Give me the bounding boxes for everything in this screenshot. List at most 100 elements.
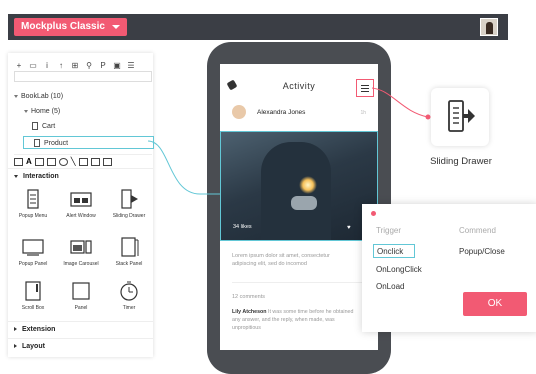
- info-icon[interactable]: i: [42, 61, 52, 70]
- activity-title: Activity: [282, 81, 316, 91]
- chevron-down-icon: [111, 25, 120, 29]
- phone-screen: Activity Alexandra Jones 1h 34 likes ♥ L…: [220, 64, 378, 350]
- interaction-popup: Trigger Commend Onclick OnLongClick OnLo…: [362, 204, 536, 332]
- tree-label: Home (5): [31, 108, 61, 115]
- trigger-onload[interactable]: OnLoad: [376, 282, 404, 291]
- p-icon[interactable]: P: [98, 61, 108, 70]
- menu-icon: [361, 85, 369, 86]
- tree-item-product[interactable]: Product: [23, 136, 154, 149]
- avatar[interactable]: [232, 105, 246, 119]
- component-popup-menu[interactable]: Popup Menu: [11, 189, 55, 219]
- tree-label: Product: [44, 139, 69, 147]
- search-input[interactable]: [14, 71, 152, 82]
- plus-icon[interactable]: +: [14, 61, 24, 70]
- tree-item-root[interactable]: BookLab (10): [14, 93, 63, 100]
- section-label: Layout: [22, 343, 45, 350]
- component-label: Alert Window: [66, 213, 96, 219]
- up-icon[interactable]: ↑: [56, 61, 66, 70]
- rectangle-icon[interactable]: [46, 157, 56, 166]
- post-author-row: Alexandra Jones 1h: [220, 102, 378, 126]
- comment: Lily Atcheson It was some time before he…: [232, 308, 358, 332]
- app-menu-button[interactable]: Mockplus Classic: [14, 18, 127, 36]
- sliding-drawer-icon: [118, 189, 140, 209]
- trigger-header: Trigger: [376, 226, 402, 235]
- tree-label: Cart: [42, 122, 56, 130]
- component-alert-window[interactable]: Alert Window: [59, 189, 103, 219]
- image-carousel-icon: [70, 237, 92, 257]
- component-popup-panel[interactable]: Popup Panel: [11, 237, 55, 267]
- chevron-down-icon: [14, 174, 18, 178]
- text-icon[interactable]: A: [26, 157, 32, 166]
- heart-icon[interactable]: ♥: [347, 225, 351, 231]
- sliding-drawer-icon: [448, 100, 475, 132]
- section-extension[interactable]: Extension: [8, 326, 153, 333]
- top-bar: Mockplus Classic: [8, 14, 508, 40]
- list-icon[interactable]: ☰: [126, 61, 136, 70]
- tree-label: BookLab (10): [21, 93, 64, 100]
- chevron-down-icon: [24, 109, 28, 113]
- component-label: Scroll Box: [21, 305, 45, 311]
- command-value[interactable]: Popup/Close: [459, 247, 505, 256]
- connector-dot: [371, 211, 376, 216]
- component-label: Timer: [122, 305, 136, 311]
- user-avatar[interactable]: [480, 18, 498, 36]
- left-panel: + ▭ i ↑ ⊞ ⚲ P ▣ ☰ BookLab (10) Home (5) …: [8, 53, 154, 357]
- trigger-onlongclick[interactable]: OnLongClick: [376, 265, 422, 274]
- chevron-right-icon: [14, 327, 17, 332]
- page-icon: [32, 122, 38, 130]
- section-label: Interaction: [23, 173, 59, 180]
- comments-count[interactable]: 12 comments: [232, 294, 265, 300]
- component-panel[interactable]: Panel: [59, 281, 103, 311]
- comment-author: Lily Atcheson: [232, 309, 267, 315]
- component-timer[interactable]: Timer: [107, 281, 151, 311]
- section-layout[interactable]: Layout: [8, 343, 153, 350]
- post-image[interactable]: 34 likes ♥: [220, 131, 378, 241]
- sparkler: [299, 176, 317, 194]
- divider: [8, 168, 153, 169]
- component-scroll-box[interactable]: Scroll Box: [11, 281, 55, 311]
- divider: [8, 338, 153, 339]
- component-sliding-drawer[interactable]: Sliding Drawer: [107, 189, 151, 219]
- tree-item-cart[interactable]: Cart: [32, 122, 55, 130]
- copy-icon[interactable]: ▣: [112, 61, 122, 70]
- popup-menu-icon: [22, 189, 44, 209]
- component-label: Popup Menu: [18, 213, 48, 219]
- ok-button[interactable]: OK: [463, 292, 527, 316]
- table-icon[interactable]: [14, 157, 23, 166]
- search-icon[interactable]: ⚲: [84, 61, 94, 70]
- photo-hands: [291, 196, 317, 210]
- alert-window-icon: [70, 189, 92, 209]
- component-stack-panel[interactable]: Stack Panel: [107, 237, 151, 267]
- shape-toolbar: A ╲: [14, 154, 152, 166]
- command-header: Commend: [459, 226, 496, 235]
- trigger-onclick[interactable]: Onclick: [373, 244, 415, 258]
- circle-icon[interactable]: [58, 157, 68, 166]
- section-label: Extension: [22, 326, 56, 333]
- frame-icon[interactable]: [90, 157, 100, 166]
- folder-icon[interactable]: ▭: [28, 61, 38, 70]
- menu-button[interactable]: [356, 79, 374, 97]
- line-icon[interactable]: ╲: [71, 157, 76, 166]
- scroll-box-icon: [22, 281, 44, 301]
- app-title: Mockplus Classic: [21, 21, 105, 32]
- popup-panel-icon: [22, 237, 44, 257]
- component-image-carousel[interactable]: Image Carousel: [59, 237, 103, 267]
- connector-dot: [425, 114, 431, 120]
- divider: [232, 282, 366, 283]
- post-time: 1h: [360, 110, 366, 116]
- section-interaction[interactable]: Interaction: [8, 173, 153, 180]
- image-icon[interactable]: [34, 157, 44, 166]
- likes-count: 34 likes: [233, 224, 252, 230]
- author-name[interactable]: Alexandra Jones: [257, 109, 305, 116]
- post-body: Lorem ipsum dolor sit amet, consectetur …: [232, 253, 330, 267]
- sliding-drawer-label: Sliding Drawer: [430, 156, 492, 167]
- photo-subject: [261, 142, 331, 240]
- component-label: Stack Panel: [115, 261, 143, 267]
- panel-toolbar: + ▭ i ↑ ⊞ ⚲ P ▣ ☰: [14, 59, 148, 71]
- menu-icon: [361, 88, 369, 89]
- stack-panel-icon: [118, 237, 140, 257]
- grid-icon[interactable]: [78, 157, 88, 166]
- tree-item-home[interactable]: Home (5): [24, 108, 60, 115]
- button-icon[interactable]: [102, 157, 112, 166]
- sitemap-icon[interactable]: ⊞: [70, 61, 80, 70]
